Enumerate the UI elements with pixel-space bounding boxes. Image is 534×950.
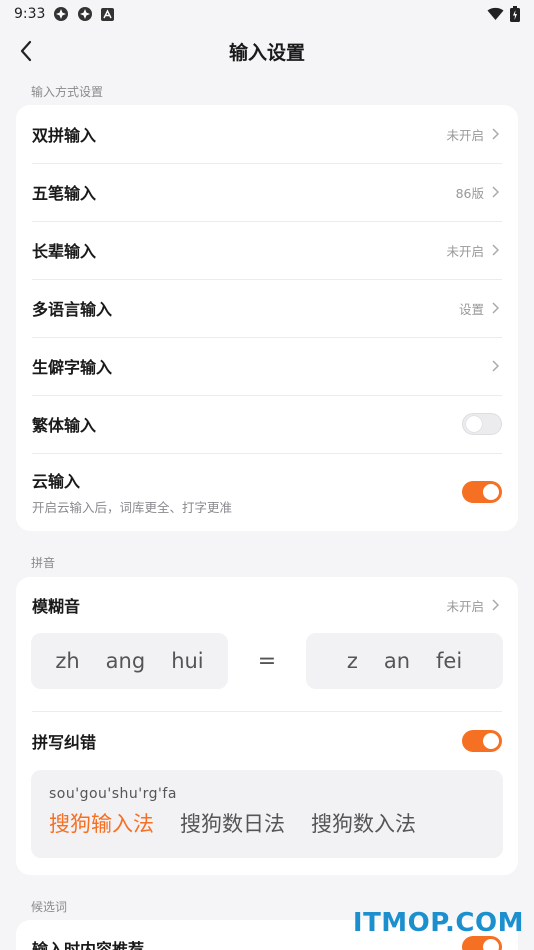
- page-title: 输入设置: [228, 41, 305, 64]
- row-label: 五笔输入: [32, 184, 97, 203]
- traditional-toggle[interactable]: [462, 413, 502, 435]
- status-bar: 9:33: [0, 0, 534, 28]
- chevron-right-icon: [488, 185, 502, 199]
- row-value: 86版: [455, 185, 484, 201]
- setting-row-traditional: 繁体输入: [16, 395, 518, 453]
- row-label: 云输入: [32, 472, 81, 491]
- fuzzy-syllable: z: [346, 649, 358, 673]
- spell-correct-example: sou'gou'shu'rg'fa 搜狗输入法 搜狗数日法 搜狗数入法: [31, 770, 503, 858]
- notification-app-icon-2: [77, 6, 93, 22]
- setting-row-shuangpin[interactable]: 双拼输入 未开启: [16, 105, 518, 163]
- example-pinyin: sou'gou'shu'rg'fa: [49, 786, 177, 802]
- toggle-knob: [466, 416, 482, 432]
- fuzzy-source-box: zh ang hui: [31, 633, 228, 689]
- fuzzy-example: zh ang hui = z an fei: [16, 633, 518, 711]
- watermark: ITMOP.COM: [352, 908, 524, 938]
- cloud-toggle[interactable]: [462, 481, 502, 503]
- toggle-knob: [483, 733, 499, 749]
- chevron-right-icon: [488, 243, 502, 257]
- setting-row-wubi[interactable]: 五笔输入 86版: [16, 163, 518, 221]
- row-label: 模糊音: [32, 597, 81, 616]
- chevron-right-icon: [488, 301, 502, 315]
- nav-bar: 输入设置: [0, 28, 534, 74]
- setting-row-spell-correct: 拼写纠错: [16, 712, 518, 770]
- input-methods-card: 双拼输入 未开启 五笔输入 86版 长辈输入 未开启 多语言输入 设置 生僻字输…: [16, 105, 518, 531]
- row-label: 长辈输入: [32, 242, 97, 261]
- toggle-knob: [483, 484, 499, 500]
- notification-app-icon: [53, 6, 69, 22]
- notification-a-icon: [101, 7, 115, 21]
- fuzzy-syllable: hui: [171, 649, 204, 673]
- row-value: 未开启: [446, 127, 484, 143]
- row-value: 设置: [458, 301, 484, 317]
- status-time: 9:33: [14, 6, 46, 22]
- fuzzy-syllable: ang: [105, 649, 146, 673]
- chevron-right-icon: [488, 127, 502, 141]
- section-label-pinyin: 拼音: [31, 556, 56, 570]
- fuzzy-target-box: z an fei: [306, 633, 503, 689]
- setting-row-cloud: 云输入 开启云输入后，词库更全、打字更准: [16, 453, 518, 531]
- fuzzy-syllable: zh: [55, 649, 80, 673]
- setting-row-rare-chars[interactable]: 生僻字输入: [16, 337, 518, 395]
- setting-row-multilanguage[interactable]: 多语言输入 设置: [16, 279, 518, 337]
- example-candidates: 搜狗输入法 搜狗数日法 搜狗数入法: [49, 808, 485, 838]
- section-label-input-methods: 输入方式设置: [31, 85, 104, 99]
- wifi-icon: [487, 7, 504, 21]
- chevron-left-icon: [19, 40, 33, 62]
- row-label: 繁体输入: [32, 416, 97, 435]
- back-button[interactable]: [12, 37, 40, 65]
- candidate-word: 搜狗数日法: [180, 812, 285, 836]
- spell-correct-toggle[interactable]: [462, 730, 502, 752]
- chevron-right-icon: [488, 359, 502, 373]
- row-label: 双拼输入: [32, 126, 97, 145]
- row-value: 未开启: [446, 243, 484, 259]
- content-recommend-toggle[interactable]: [462, 936, 502, 950]
- row-value: 未开启: [446, 598, 484, 614]
- toggle-knob: [483, 939, 499, 950]
- row-subtitle: 开启云输入后，词库更全、打字更准: [32, 500, 233, 515]
- setting-row-elder[interactable]: 长辈输入 未开启: [16, 221, 518, 279]
- battery-icon: [510, 6, 520, 22]
- row-label: 输入时内容推荐: [32, 940, 145, 950]
- chevron-right-icon: [488, 598, 502, 612]
- row-label: 生僻字输入: [32, 358, 113, 377]
- row-label: 拼写纠错: [32, 733, 97, 752]
- candidate-word: 搜狗输入法: [49, 812, 154, 836]
- section-label-candidates: 候选词: [31, 900, 68, 914]
- pinyin-card: 模糊音 未开启 zh ang hui = z an fei 拼写纠错 sou'g…: [16, 577, 518, 875]
- fuzzy-syllable: fei: [436, 649, 463, 673]
- fuzzy-equals: =: [257, 648, 277, 674]
- row-label: 多语言输入: [32, 300, 113, 319]
- setting-row-fuzzy[interactable]: 模糊音 未开启: [16, 577, 518, 633]
- candidate-word: 搜狗数入法: [311, 812, 416, 836]
- fuzzy-syllable: an: [383, 649, 411, 673]
